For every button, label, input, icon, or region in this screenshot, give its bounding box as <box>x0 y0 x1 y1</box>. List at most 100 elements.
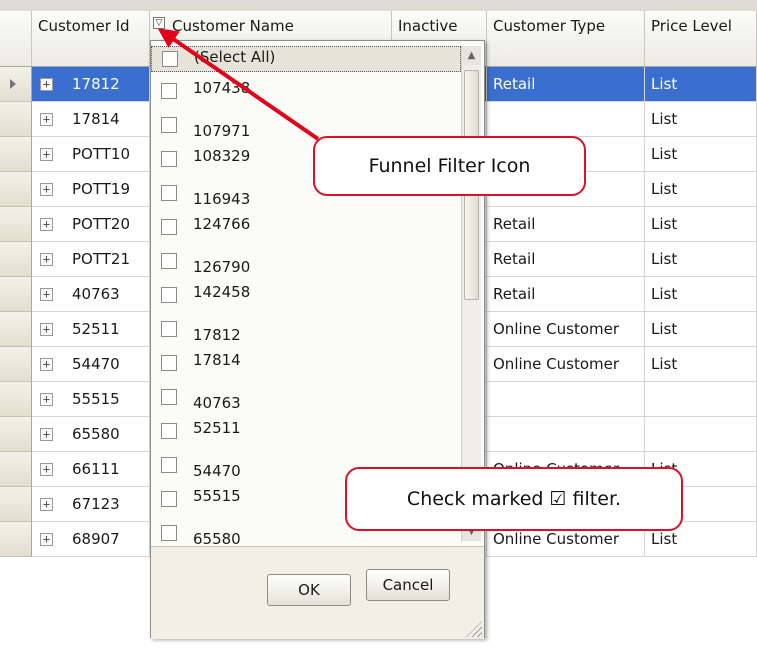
cancel-button[interactable]: Cancel <box>366 569 450 601</box>
checkbox[interactable] <box>162 51 178 67</box>
checkbox[interactable] <box>161 83 177 99</box>
expand-row-icon[interactable]: + <box>40 498 53 511</box>
filter-option-label: 142458 <box>193 283 251 301</box>
filter-option-select-all[interactable]: (Select All) <box>151 46 461 72</box>
cell-type[interactable]: Online Customer <box>487 347 645 382</box>
header-label: Customer Type <box>493 17 606 35</box>
callout-text: Funnel Filter Icon <box>368 155 531 177</box>
row-selector[interactable] <box>0 347 32 382</box>
filter-option[interactable]: 107438 <box>151 79 461 113</box>
expand-row-icon[interactable]: + <box>40 288 53 301</box>
cell-price[interactable]: List <box>645 172 757 207</box>
filter-option-label: 126790 <box>193 258 251 276</box>
cell-price[interactable]: List <box>645 347 757 382</box>
checkbox[interactable] <box>161 457 177 473</box>
cell-price[interactable] <box>645 382 757 417</box>
cell-price[interactable] <box>645 417 757 452</box>
header-label: Customer Name <box>172 17 294 35</box>
checkbox[interactable] <box>161 355 177 371</box>
row-selector[interactable] <box>0 172 32 207</box>
row-selector[interactable] <box>0 137 32 172</box>
checkbox[interactable] <box>161 389 177 405</box>
callout-text: Check marked ☑ filter. <box>406 488 622 510</box>
checkbox[interactable] <box>161 219 177 235</box>
checkbox[interactable] <box>161 491 177 507</box>
expand-row-icon[interactable]: + <box>40 323 53 336</box>
expand-row-icon[interactable]: + <box>40 463 53 476</box>
cell-price[interactable]: List <box>645 312 757 347</box>
expand-row-icon[interactable]: + <box>40 358 53 371</box>
header-row-selector <box>0 11 32 66</box>
row-selector[interactable] <box>0 277 32 312</box>
cell-price[interactable]: List <box>645 102 757 137</box>
filter-dropdown: (Select All) 107438 107971 108329 116943 124… <box>150 40 485 639</box>
filter-option[interactable]: 40763 <box>151 385 461 419</box>
expand-row-icon[interactable]: + <box>40 253 53 266</box>
filter-option-label: (Select All) <box>194 48 276 66</box>
cell-type[interactable] <box>487 382 645 417</box>
header-label: Price Level <box>651 17 732 35</box>
funnel-filter-icon[interactable]: ▽ <box>153 17 165 29</box>
row-selector[interactable] <box>0 487 32 522</box>
checkbox[interactable] <box>161 423 177 439</box>
row-selector[interactable] <box>0 312 32 347</box>
expand-row-icon[interactable]: + <box>40 218 53 231</box>
filter-option[interactable]: 52511 <box>151 419 461 453</box>
header-customer-id[interactable]: Customer Id <box>32 11 150 66</box>
cell-type[interactable] <box>487 417 645 452</box>
filter-option-label: 65580 <box>193 530 241 546</box>
filter-option[interactable]: 126790 <box>151 249 461 283</box>
resize-grip[interactable] <box>466 621 482 637</box>
expand-row-icon[interactable]: + <box>40 393 53 406</box>
cell-type[interactable]: Retail <box>487 277 645 312</box>
expand-row-icon[interactable]: + <box>40 428 53 441</box>
cell-type[interactable] <box>487 102 645 137</box>
filter-option-label: 124766 <box>193 215 251 233</box>
cell-type[interactable]: Online Customer <box>487 312 645 347</box>
cell-price[interactable]: List <box>645 242 757 277</box>
filter-option-label: 108329 <box>193 147 251 165</box>
cell-type[interactable]: Retail <box>487 67 645 102</box>
checkbox[interactable] <box>161 321 177 337</box>
row-selector[interactable] <box>0 102 32 137</box>
checkbox[interactable] <box>161 185 177 201</box>
row-selector[interactable] <box>0 417 32 452</box>
checkbox[interactable] <box>161 525 177 541</box>
ok-button[interactable]: OK <box>267 574 351 606</box>
current-row-arrow-icon <box>10 79 16 89</box>
filter-option[interactable]: 17812 <box>151 317 461 351</box>
expand-row-icon[interactable]: + <box>40 78 53 91</box>
filter-option-label: 52511 <box>193 419 241 437</box>
header-label: Customer Id <box>38 17 130 35</box>
header-customer-type[interactable]: Customer Type <box>487 11 645 66</box>
row-selector[interactable] <box>0 522 32 557</box>
filter-option[interactable]: 124766 <box>151 215 461 249</box>
cell-price[interactable]: List <box>645 207 757 242</box>
scroll-up-button[interactable]: ▲ <box>462 46 481 65</box>
checkbox[interactable] <box>161 151 177 167</box>
cell-price[interactable]: List <box>645 137 757 172</box>
checkbox[interactable] <box>161 253 177 269</box>
row-selector[interactable] <box>0 207 32 242</box>
row-selector[interactable] <box>0 242 32 277</box>
filter-option-label: 116943 <box>193 190 251 208</box>
row-selector[interactable] <box>0 382 32 417</box>
row-selector[interactable] <box>0 452 32 487</box>
expand-row-icon[interactable]: + <box>40 533 53 546</box>
filter-option[interactable]: 142458 <box>151 283 461 317</box>
cell-price[interactable]: List <box>645 277 757 312</box>
header-price-level[interactable]: Price Level <box>645 11 757 66</box>
checkbox[interactable] <box>161 117 177 133</box>
expand-row-icon[interactable]: + <box>40 183 53 196</box>
checkbox[interactable] <box>161 287 177 303</box>
filter-option[interactable]: 17814 <box>151 351 461 385</box>
filter-option-label: 17814 <box>193 351 241 369</box>
cell-price[interactable]: List <box>645 67 757 102</box>
filter-option-label: 54470 <box>193 462 241 480</box>
expand-row-icon[interactable]: + <box>40 148 53 161</box>
cell-type[interactable]: Retail <box>487 242 645 277</box>
filter-option-label: 55515 <box>193 487 241 505</box>
cell-type[interactable]: Retail <box>487 207 645 242</box>
row-selector[interactable] <box>0 67 32 102</box>
expand-row-icon[interactable]: + <box>40 113 53 126</box>
